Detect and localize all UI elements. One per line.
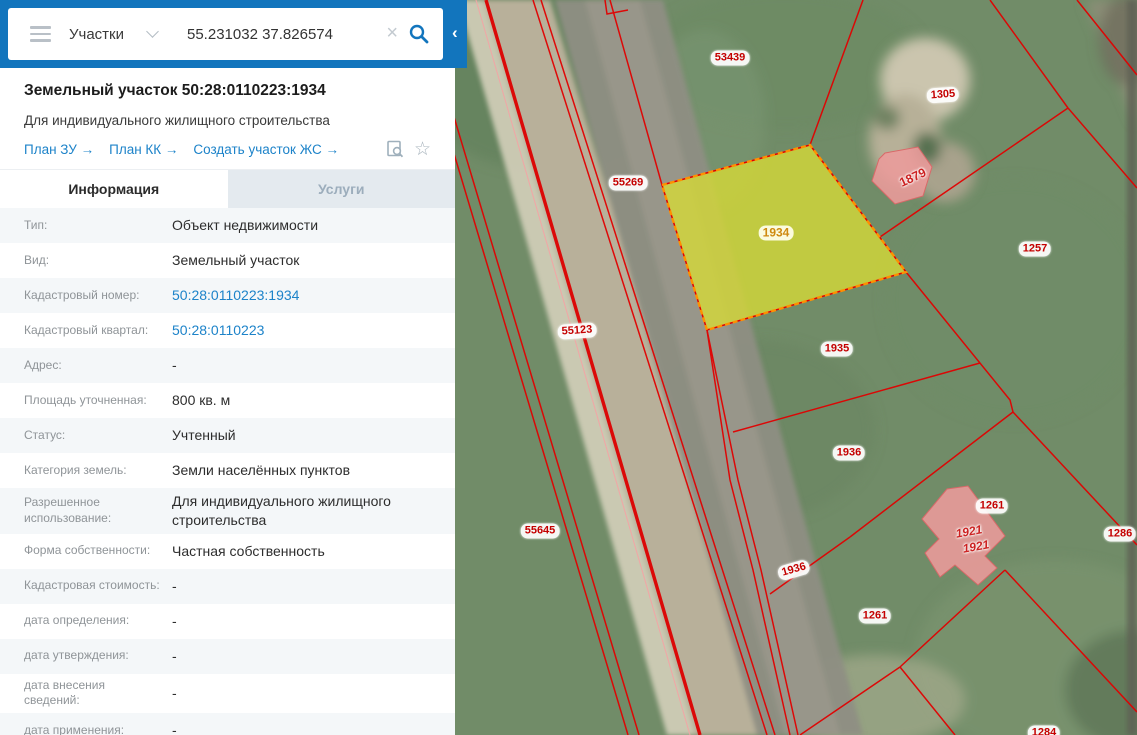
info-row: Площадь уточненная: 800 кв. м: [0, 383, 455, 418]
info-row: Форма собственности: Частная собственност…: [0, 534, 455, 569]
info-row: дата применения: -: [0, 712, 455, 735]
row-value: Земли населённых пунктов: [172, 462, 351, 479]
row-value: 800 кв. м: [172, 392, 231, 409]
row-value: Объект недвижимости: [172, 217, 319, 234]
clear-search-icon[interactable]: ×: [386, 23, 398, 43]
row-value: Частная собственность: [172, 542, 325, 559]
row-value: -: [172, 357, 177, 374]
row-label: дата определения:: [24, 613, 130, 628]
info-row: Кадастровый номер: 50:28:0110223:1934: [0, 278, 455, 313]
plan-kk-link[interactable]: План КК →: [109, 142, 178, 157]
row-value: -: [172, 722, 177, 735]
row-value: Для индивидуального жилищного строительс…: [172, 493, 391, 528]
chevron-down-icon[interactable]: [146, 25, 159, 38]
row-label: Тип:: [24, 217, 48, 232]
row-label: дата утверждения:: [24, 648, 129, 663]
tab-information[interactable]: Информация: [0, 170, 228, 208]
hamburger-menu-icon[interactable]: [30, 26, 51, 42]
doc-search-icon[interactable]: [386, 139, 406, 159]
map-edge-shadow: [1127, 0, 1137, 735]
row-label: Кадастровый номер:: [24, 287, 140, 302]
row-value: -: [172, 577, 177, 594]
plan-zu-link[interactable]: План ЗУ →: [24, 142, 94, 157]
info-row: Кадастровый квартал: 50:28:0110223: [0, 313, 455, 348]
row-value: -: [172, 612, 177, 629]
row-label: Форма собственности:: [24, 543, 151, 558]
action-links: План ЗУ → План КК → Создать участок ЖС →…: [24, 139, 431, 159]
collapse-panel-button[interactable]: ‹: [452, 24, 458, 41]
search-category-select[interactable]: Участки: [69, 26, 124, 43]
info-row: Статус: Учтенный: [0, 418, 455, 453]
info-row: Разрешенное использование: Для индивидуал…: [0, 488, 455, 534]
search-bar: Участки ×: [8, 8, 443, 60]
row-label: Вид:: [24, 252, 50, 267]
row-value: Учтенный: [172, 427, 236, 444]
info-row: Категория земель: Земли населённых пункто…: [0, 453, 455, 488]
search-header: Участки × ‹: [0, 0, 467, 68]
row-value[interactable]: 50:28:0110223: [166, 317, 455, 344]
row-value: Земельный участок: [172, 252, 300, 269]
tab-services[interactable]: Услуги: [227, 170, 455, 208]
favorite-star-icon[interactable]: ☆: [414, 140, 431, 159]
page-subtitle: Для индивидуального жилищного строительс…: [24, 113, 330, 128]
row-label: Категория земель:: [24, 462, 127, 477]
satellite-map: [455, 0, 1137, 735]
info-rows: Тип: Объект недвижимости Вид: Земельный уча…: [0, 208, 455, 735]
row-label: Статус:: [24, 427, 66, 442]
search-input[interactable]: [185, 24, 383, 44]
tab-bar: Информация Услуги: [0, 169, 455, 208]
info-row: Вид: Земельный участок: [0, 243, 455, 278]
row-label: Площадь уточненная:: [24, 392, 147, 407]
info-row: Тип: Объект недвижимости: [0, 208, 455, 243]
info-row: Адрес: -: [0, 348, 455, 383]
row-label: дата применения:: [24, 722, 125, 735]
row-value: -: [172, 647, 177, 664]
cadastral-map-app: 53439 1305 1879 55269 1934 1257 55123 1935 1936 1…: [0, 0, 1137, 735]
page-title: Земельный участок 50:28:0110223:1934: [24, 82, 326, 99]
row-label: Адрес:: [24, 357, 62, 372]
create-zhs-link[interactable]: Создать участок ЖС →: [193, 142, 339, 157]
search-icon[interactable]: [408, 23, 430, 45]
info-row: дата внесения сведений: -: [0, 674, 455, 713]
info-row: Кадастровая стоимость: -: [0, 568, 455, 604]
info-row: дата утверждения: -: [0, 638, 455, 674]
row-value: -: [172, 684, 177, 701]
row-label: дата внесения сведений:: [24, 677, 105, 708]
row-label: Кадастровая стоимость:: [24, 578, 160, 593]
info-row: дата определения: -: [0, 604, 455, 639]
info-panel: Участки × ‹ Земельный участок 50:28:0110…: [0, 0, 467, 735]
map-canvas[interactable]: 53439 1305 1879 55269 1934 1257 55123 1935 1936 1…: [455, 0, 1137, 735]
row-value[interactable]: 50:28:0110223:1934: [166, 282, 455, 309]
row-label: Разрешенное использование:: [24, 495, 112, 525]
row-label: Кадастровый квартал:: [24, 322, 149, 337]
